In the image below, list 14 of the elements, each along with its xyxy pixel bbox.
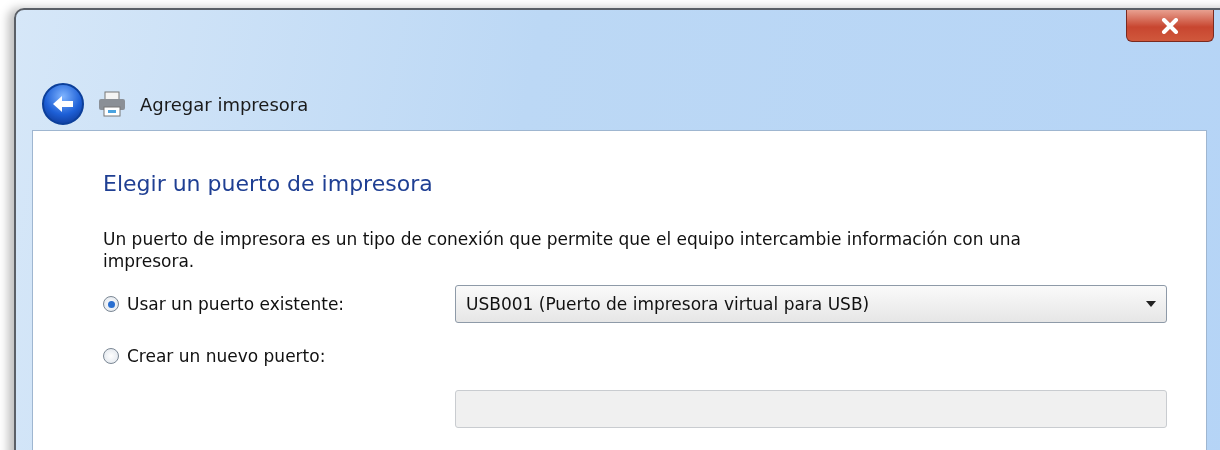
page-heading: Elegir un puerto de impresora <box>103 171 434 196</box>
radio-option[interactable]: Usar un puerto existente: <box>103 294 455 314</box>
port-dropdown[interactable]: USB001 (Puerto de impresora virtual para USB) <box>455 285 1167 323</box>
back-arrow-icon <box>51 94 75 114</box>
radio-label: Usar un puerto existente: <box>127 294 345 314</box>
window-title: Agregar impresora <box>140 93 309 115</box>
description-text: Un puerto de impresora es un tipo de conexión que permite que el equipo intercambie información con una impresora. <box>103 228 1022 272</box>
radio-option[interactable]: Crear un nuevo puerto: <box>103 346 455 366</box>
close-icon <box>1161 17 1179 34</box>
dropdown-caret-icon <box>1146 301 1156 307</box>
printer-icon <box>98 91 126 117</box>
close-button[interactable] <box>1126 10 1214 42</box>
radio-label: Crear un nuevo puerto: <box>127 346 326 366</box>
back-button[interactable] <box>42 83 84 125</box>
